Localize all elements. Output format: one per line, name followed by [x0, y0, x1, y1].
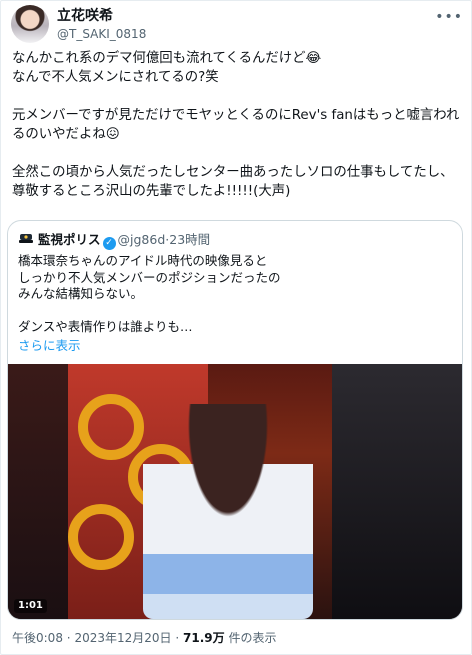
tweet-line: 元メンバーですが見ただけでモヤッとくるのにRev's fanはもっと嘘言われ — [12, 108, 460, 123]
tweet-body: なんかこれ系のデマ何億回も流れてくるんだけど😂 なんで不人気メンにされてるの?笑… — [12, 49, 462, 201]
tweet-footer: 午後0:08 · 2023年12月20日 · 71.9万 件の表示 — [12, 630, 276, 646]
quoted-line: しっかり不人気メンバーのポジションだったの — [18, 269, 281, 285]
tweet-line: なんかこれ系のデマ何億回も流れてくるんだけど😂 — [12, 51, 322, 66]
quoted-line: ダンスや表情作りは誰よりも… — [18, 319, 193, 334]
quoted-tweet-body: 橋本環奈ちゃんのアイドル時代の映像見ると しっかり不人気メンバーのポジションだっ… — [18, 253, 448, 336]
police-cap-icon — [19, 234, 33, 243]
view-count-label: 件の表示 — [228, 631, 277, 645]
quoted-author-handle[interactable]: @jg86d — [118, 232, 166, 247]
video-frame-decor — [78, 394, 144, 460]
tweet-line: なんで不人気メンにされてるの?笑 — [12, 70, 219, 85]
video-duration: 1:01 — [14, 599, 47, 613]
quoted-line: 橋本環奈ちゃんのアイドル時代の映像見ると — [18, 253, 268, 268]
quoted-line: みんな結構知らない。 — [18, 286, 144, 301]
author-name[interactable]: 立花咲希 — [57, 7, 113, 25]
quoted-tweet[interactable]: 監視ポリス ✓ @jg86d·23時間 橋本環奈ちゃんのアイドル時代の映像見ると し… — [7, 220, 463, 620]
verified-badge-icon: ✓ — [102, 237, 116, 250]
quoted-tweet-header: 監視ポリス ✓ @jg86d·23時間 — [18, 231, 210, 250]
video-frame-performer — [143, 404, 313, 619]
video-frame-right — [332, 364, 462, 619]
post-time[interactable]: 午後0:08 — [12, 631, 63, 645]
quoted-time[interactable]: 23時間 — [169, 232, 210, 247]
more-options-icon[interactable]: ••• — [435, 9, 463, 25]
author-handle[interactable]: @T_SAKI_0818 — [57, 26, 146, 42]
tweet-line: 全然この頃から人気だったしセンター曲あったしソロの仕事もしてたし、 — [12, 165, 454, 180]
quoted-author-name[interactable]: 監視ポリス — [38, 232, 101, 247]
post-date[interactable]: 2023年12月20日 — [74, 631, 171, 645]
video-player[interactable]: 1:01 — [8, 364, 462, 619]
video-frame-decor — [68, 504, 134, 570]
tweet-card: 立花咲希 @T_SAKI_0818 ••• なんかこれ系のデマ何億回も流れてくる… — [0, 0, 472, 655]
video-frame-left — [8, 364, 68, 619]
meta-separator: · — [66, 631, 71, 645]
tweet-line: るのいやだよね😖 — [12, 127, 120, 142]
meta-separator: · — [175, 631, 180, 645]
view-count: 71.9万 — [183, 631, 225, 645]
tweet-line: 尊敬するところ沢山の先輩でしたよ!!!!!(大声) — [12, 184, 291, 199]
tweet-header: 立花咲希 @T_SAKI_0818 ••• — [11, 5, 463, 45]
show-more-link[interactable]: さらに表示 — [18, 335, 81, 354]
author-avatar[interactable] — [11, 5, 49, 43]
